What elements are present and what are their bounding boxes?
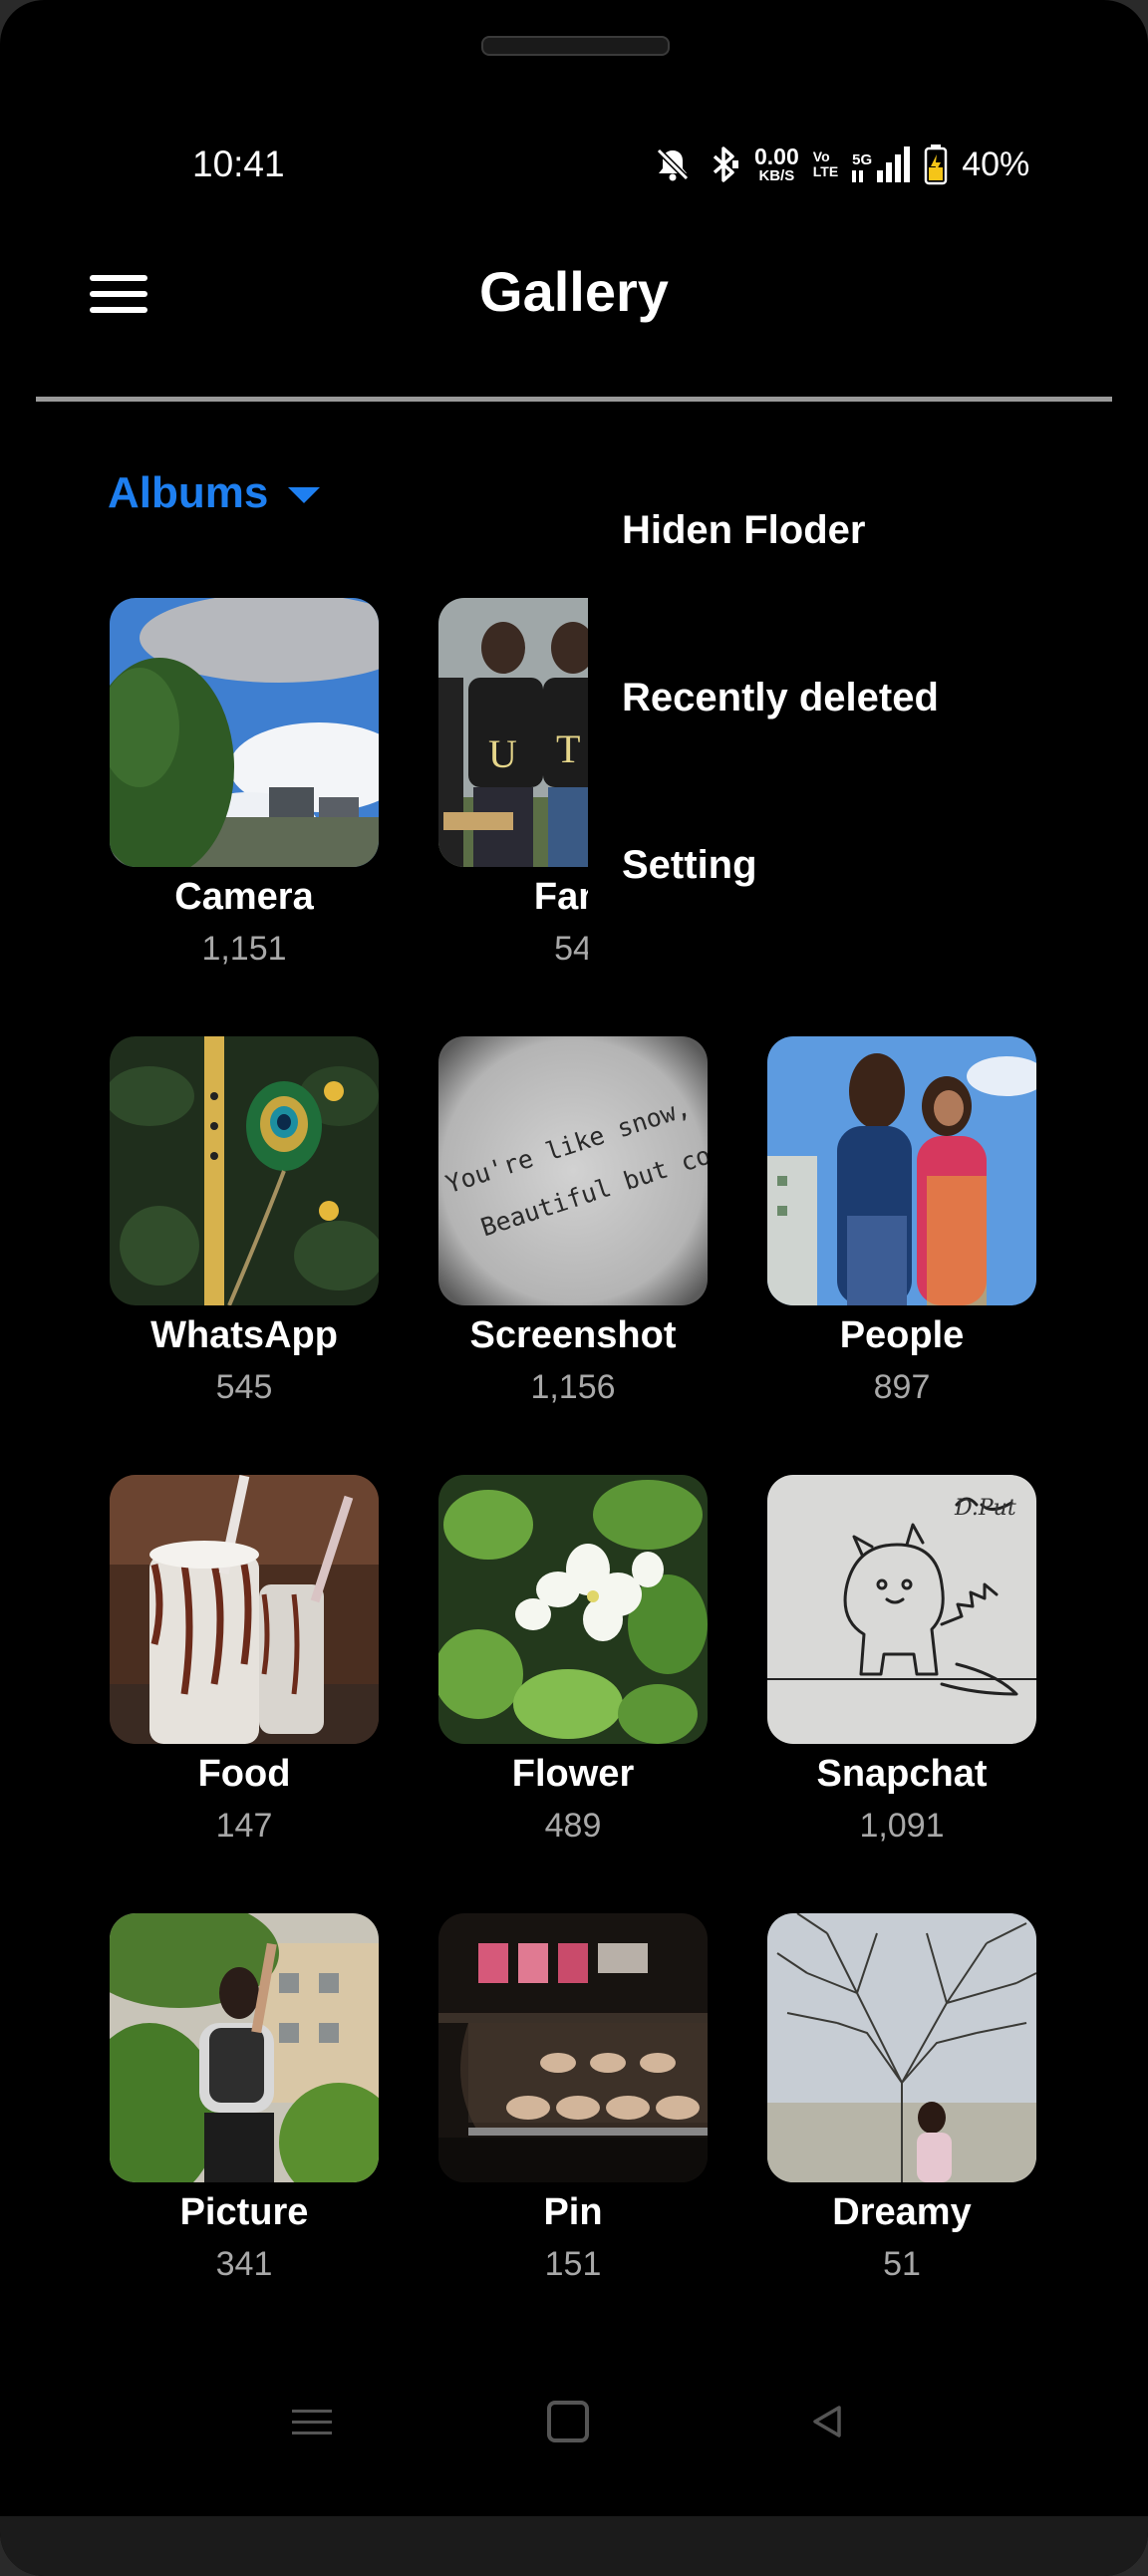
album-count: 897 xyxy=(873,1368,931,1406)
mute-bell-icon xyxy=(656,147,690,181)
menu-item-setting[interactable]: Setting xyxy=(622,843,757,888)
album-thumbnail xyxy=(767,1036,1036,1305)
album-thumbnail xyxy=(438,1913,708,2182)
system-navigation-bar xyxy=(0,2372,1148,2471)
caret-down-icon xyxy=(288,487,321,503)
album-name: Food xyxy=(197,1753,291,1795)
volte-bottom: LTE xyxy=(812,163,839,179)
svg-text:D.Put: D.Put xyxy=(954,1496,1016,1521)
album-name: Camera xyxy=(174,876,314,918)
album-flower[interactable]: Flower 489 xyxy=(433,1475,713,1848)
svg-text:T: T xyxy=(556,726,580,771)
album-count: 1,151 xyxy=(201,930,287,968)
album-thumbnail xyxy=(110,1913,379,2182)
albums-dropdown-label: Albums xyxy=(108,468,269,517)
album-thumbnail: You're like snow, Beautiful but cold.| xyxy=(438,1036,708,1305)
status-icons: 0.00 KB/S Vo LTE 5G 40% xyxy=(653,140,1029,189)
album-name: Screenshot xyxy=(469,1314,677,1356)
volte-indicator: Vo LTE xyxy=(813,149,838,178)
earpiece-speaker xyxy=(481,36,670,56)
volte-top: Vo xyxy=(812,148,830,165)
album-dreamy[interactable]: Dreamy 51 xyxy=(762,1913,1041,2286)
album-thumbnail xyxy=(110,1475,379,1744)
album-whatsapp[interactable]: WhatsApp 545 xyxy=(105,1036,384,1409)
network-type: 5G xyxy=(852,151,873,168)
album-thumbnail xyxy=(110,598,379,867)
album-thumbnail: D.Put xyxy=(767,1475,1036,1744)
signal-icon: 5G xyxy=(852,146,911,182)
album-count: 341 xyxy=(215,2245,273,2283)
album-food[interactable]: Food 147 xyxy=(105,1475,384,1848)
album-camera[interactable]: Camera 1,151 xyxy=(105,598,384,971)
album-screenshot[interactable]: You're like snow, Beautiful but cold.| S… xyxy=(433,1036,713,1409)
battery-percent: 40% xyxy=(962,144,1030,183)
network-speed-unit: KB/S xyxy=(758,167,795,184)
network-speed-value: 0.00 xyxy=(754,143,799,169)
header-divider xyxy=(36,397,1112,402)
album-snapchat[interactable]: D.Put Snapchat 1,091 xyxy=(762,1475,1041,1848)
album-name: Dreamy xyxy=(832,2191,972,2233)
album-pin[interactable]: Pin 151 xyxy=(433,1913,713,2286)
app-bar: Gallery xyxy=(0,239,1148,349)
home-icon[interactable] xyxy=(518,2372,618,2471)
svg-text:U: U xyxy=(488,731,517,776)
album-count: 151 xyxy=(544,2245,602,2283)
status-bar: 10:41 0.00 KB/S Vo LTE 5G 40% xyxy=(0,140,1148,189)
recents-icon[interactable] xyxy=(262,2372,362,2471)
battery-charging-icon xyxy=(924,144,948,185)
bluetooth-icon xyxy=(713,146,738,182)
menu-item-hidden-folder[interactable]: Hiden Floder xyxy=(622,508,865,553)
network-speed: 0.00 KB/S xyxy=(754,143,799,184)
album-name: Picture xyxy=(179,2191,309,2233)
menu-item-recently-deleted[interactable]: Recently deleted xyxy=(622,676,939,720)
album-name: Flower xyxy=(511,1753,635,1795)
phone-screen: 10:41 0.00 KB/S Vo LTE 5G 40% Gallery Al… xyxy=(0,0,1148,2576)
page-title: Gallery xyxy=(479,260,669,323)
back-icon[interactable] xyxy=(777,2372,877,2471)
album-thumbnail xyxy=(110,1036,379,1305)
album-name: People xyxy=(839,1314,965,1356)
album-count: 545 xyxy=(215,1368,273,1406)
album-thumbnail xyxy=(767,1913,1036,2182)
dropdown-menu: Hiden Floder Recently deleted Setting xyxy=(588,458,1148,997)
album-people[interactable]: People 897 xyxy=(762,1036,1041,1409)
album-count: 1,156 xyxy=(530,1368,616,1406)
album-count: 489 xyxy=(544,1807,602,1845)
album-count: 1,091 xyxy=(859,1807,945,1845)
status-time: 10:41 xyxy=(192,143,285,184)
album-count: 147 xyxy=(215,1807,273,1845)
albums-dropdown[interactable]: Albums xyxy=(108,468,321,518)
album-thumbnail xyxy=(438,1475,708,1744)
album-picture[interactable]: Picture 341 xyxy=(105,1913,384,2286)
bottom-bezel xyxy=(0,2516,1148,2576)
album-name: Snapchat xyxy=(816,1753,988,1795)
album-name: Pin xyxy=(543,2191,603,2233)
album-name: WhatsApp xyxy=(150,1314,338,1356)
album-count: 51 xyxy=(883,2245,921,2283)
